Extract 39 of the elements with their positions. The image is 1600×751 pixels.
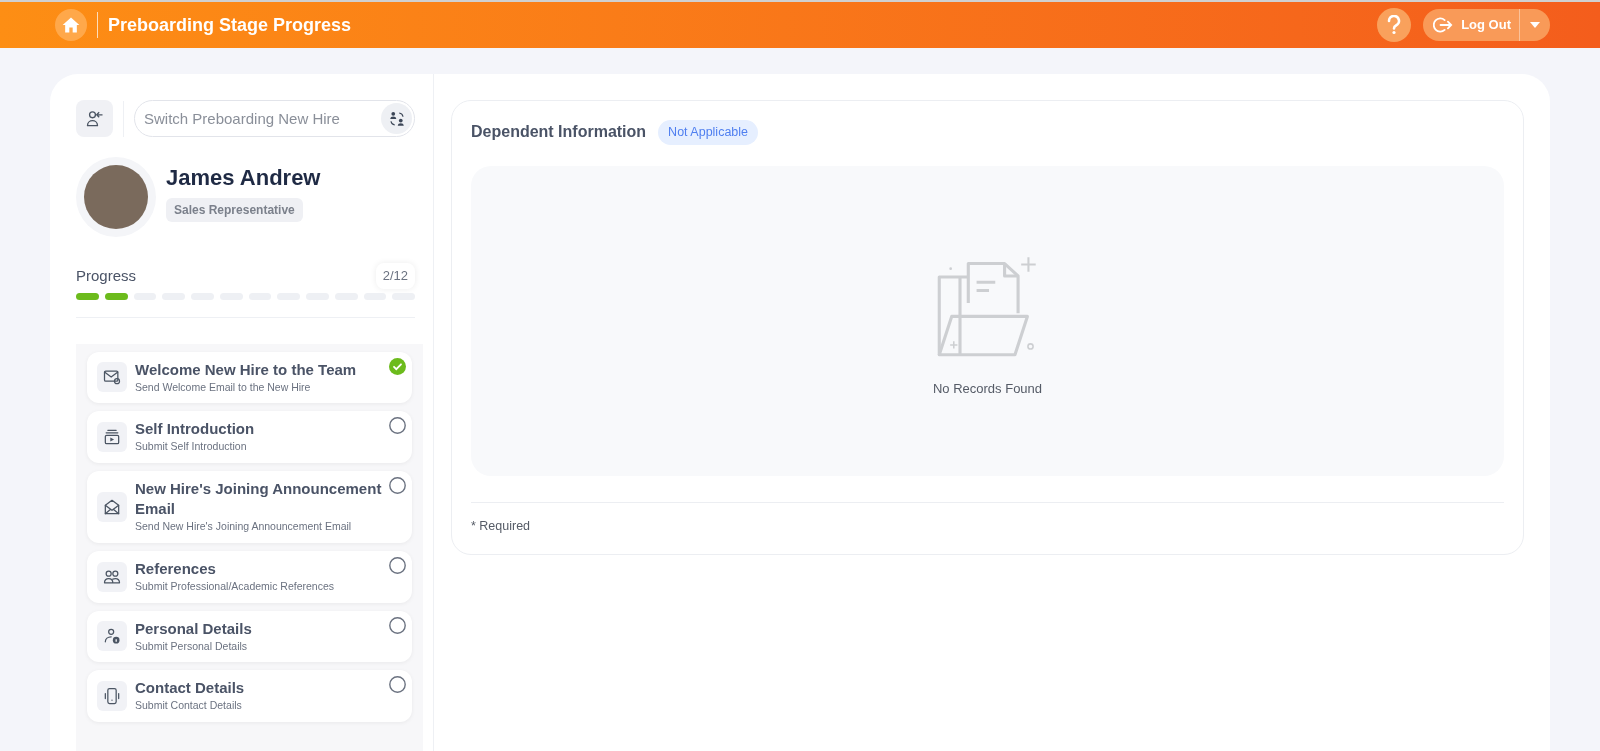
switch-hire-field[interactable]: Switch Preboarding New Hire	[134, 100, 415, 137]
empty-message: No Records Found	[932, 380, 1043, 398]
required-note: * Required	[471, 517, 532, 535]
task-title: Self Introduction	[135, 419, 255, 440]
task-card[interactable]: Personal Details Submit Personal Details	[87, 610, 412, 663]
task-subtitle: Submit Self Introduction	[135, 439, 248, 455]
hire-name: James Andrew	[166, 163, 321, 192]
task-card[interactable]: Self Introduction Submit Self Introduction	[87, 411, 412, 463]
task-card[interactable]: Contact Details Submit Contact Details	[87, 670, 412, 722]
task-subtitle: Submit Professional/Academic References	[135, 578, 334, 594]
task-card[interactable]: New Hire's Joining Announcement Email Send New Hire's Joining Announcement Email	[87, 471, 412, 543]
photo-placeholder	[84, 165, 148, 229]
person-arrow-icon	[84, 108, 105, 129]
logout-icon	[1433, 16, 1454, 34]
page-title: Preboarding Stage Progress	[108, 13, 352, 37]
swap-people-icon	[387, 109, 406, 128]
task-subtitle: Send Welcome Email to the New Hire	[135, 379, 312, 395]
task-card[interactable]: Welcome New Hire to the Team Send Welcome Email to the New Hire	[87, 351, 412, 404]
phone-icon	[102, 686, 122, 707]
task-title: Personal Details	[135, 618, 252, 639]
task-subtitle: Submit Contact Details	[135, 698, 243, 714]
task-title: References	[135, 558, 217, 579]
section-title: Dependent Information	[471, 122, 647, 143]
task-title: New Hire's Joining Announcement Email	[135, 479, 383, 519]
role-tag: Sales Representative	[166, 197, 303, 222]
task-subtitle: Send New Hire's Joining Announcement Email	[135, 519, 353, 534]
progress-label: Progress	[76, 265, 137, 286]
home-icon	[61, 15, 81, 35]
task-subtitle: Submit Personal Details	[135, 638, 249, 654]
caret-icon	[1530, 22, 1540, 28]
task-card[interactable]: References Submit Professional/Academic References	[87, 550, 412, 603]
status-badge: Not Applicable	[658, 120, 759, 145]
help-icon	[1387, 15, 1402, 35]
person-back-button[interactable]	[76, 100, 113, 137]
progress-count: 2/12	[375, 263, 415, 289]
task-title: Welcome New Hire to the Team	[135, 359, 357, 380]
help-button[interactable]	[1377, 8, 1412, 42]
home-button[interactable]	[55, 9, 87, 41]
task-title: Contact Details	[135, 678, 245, 699]
